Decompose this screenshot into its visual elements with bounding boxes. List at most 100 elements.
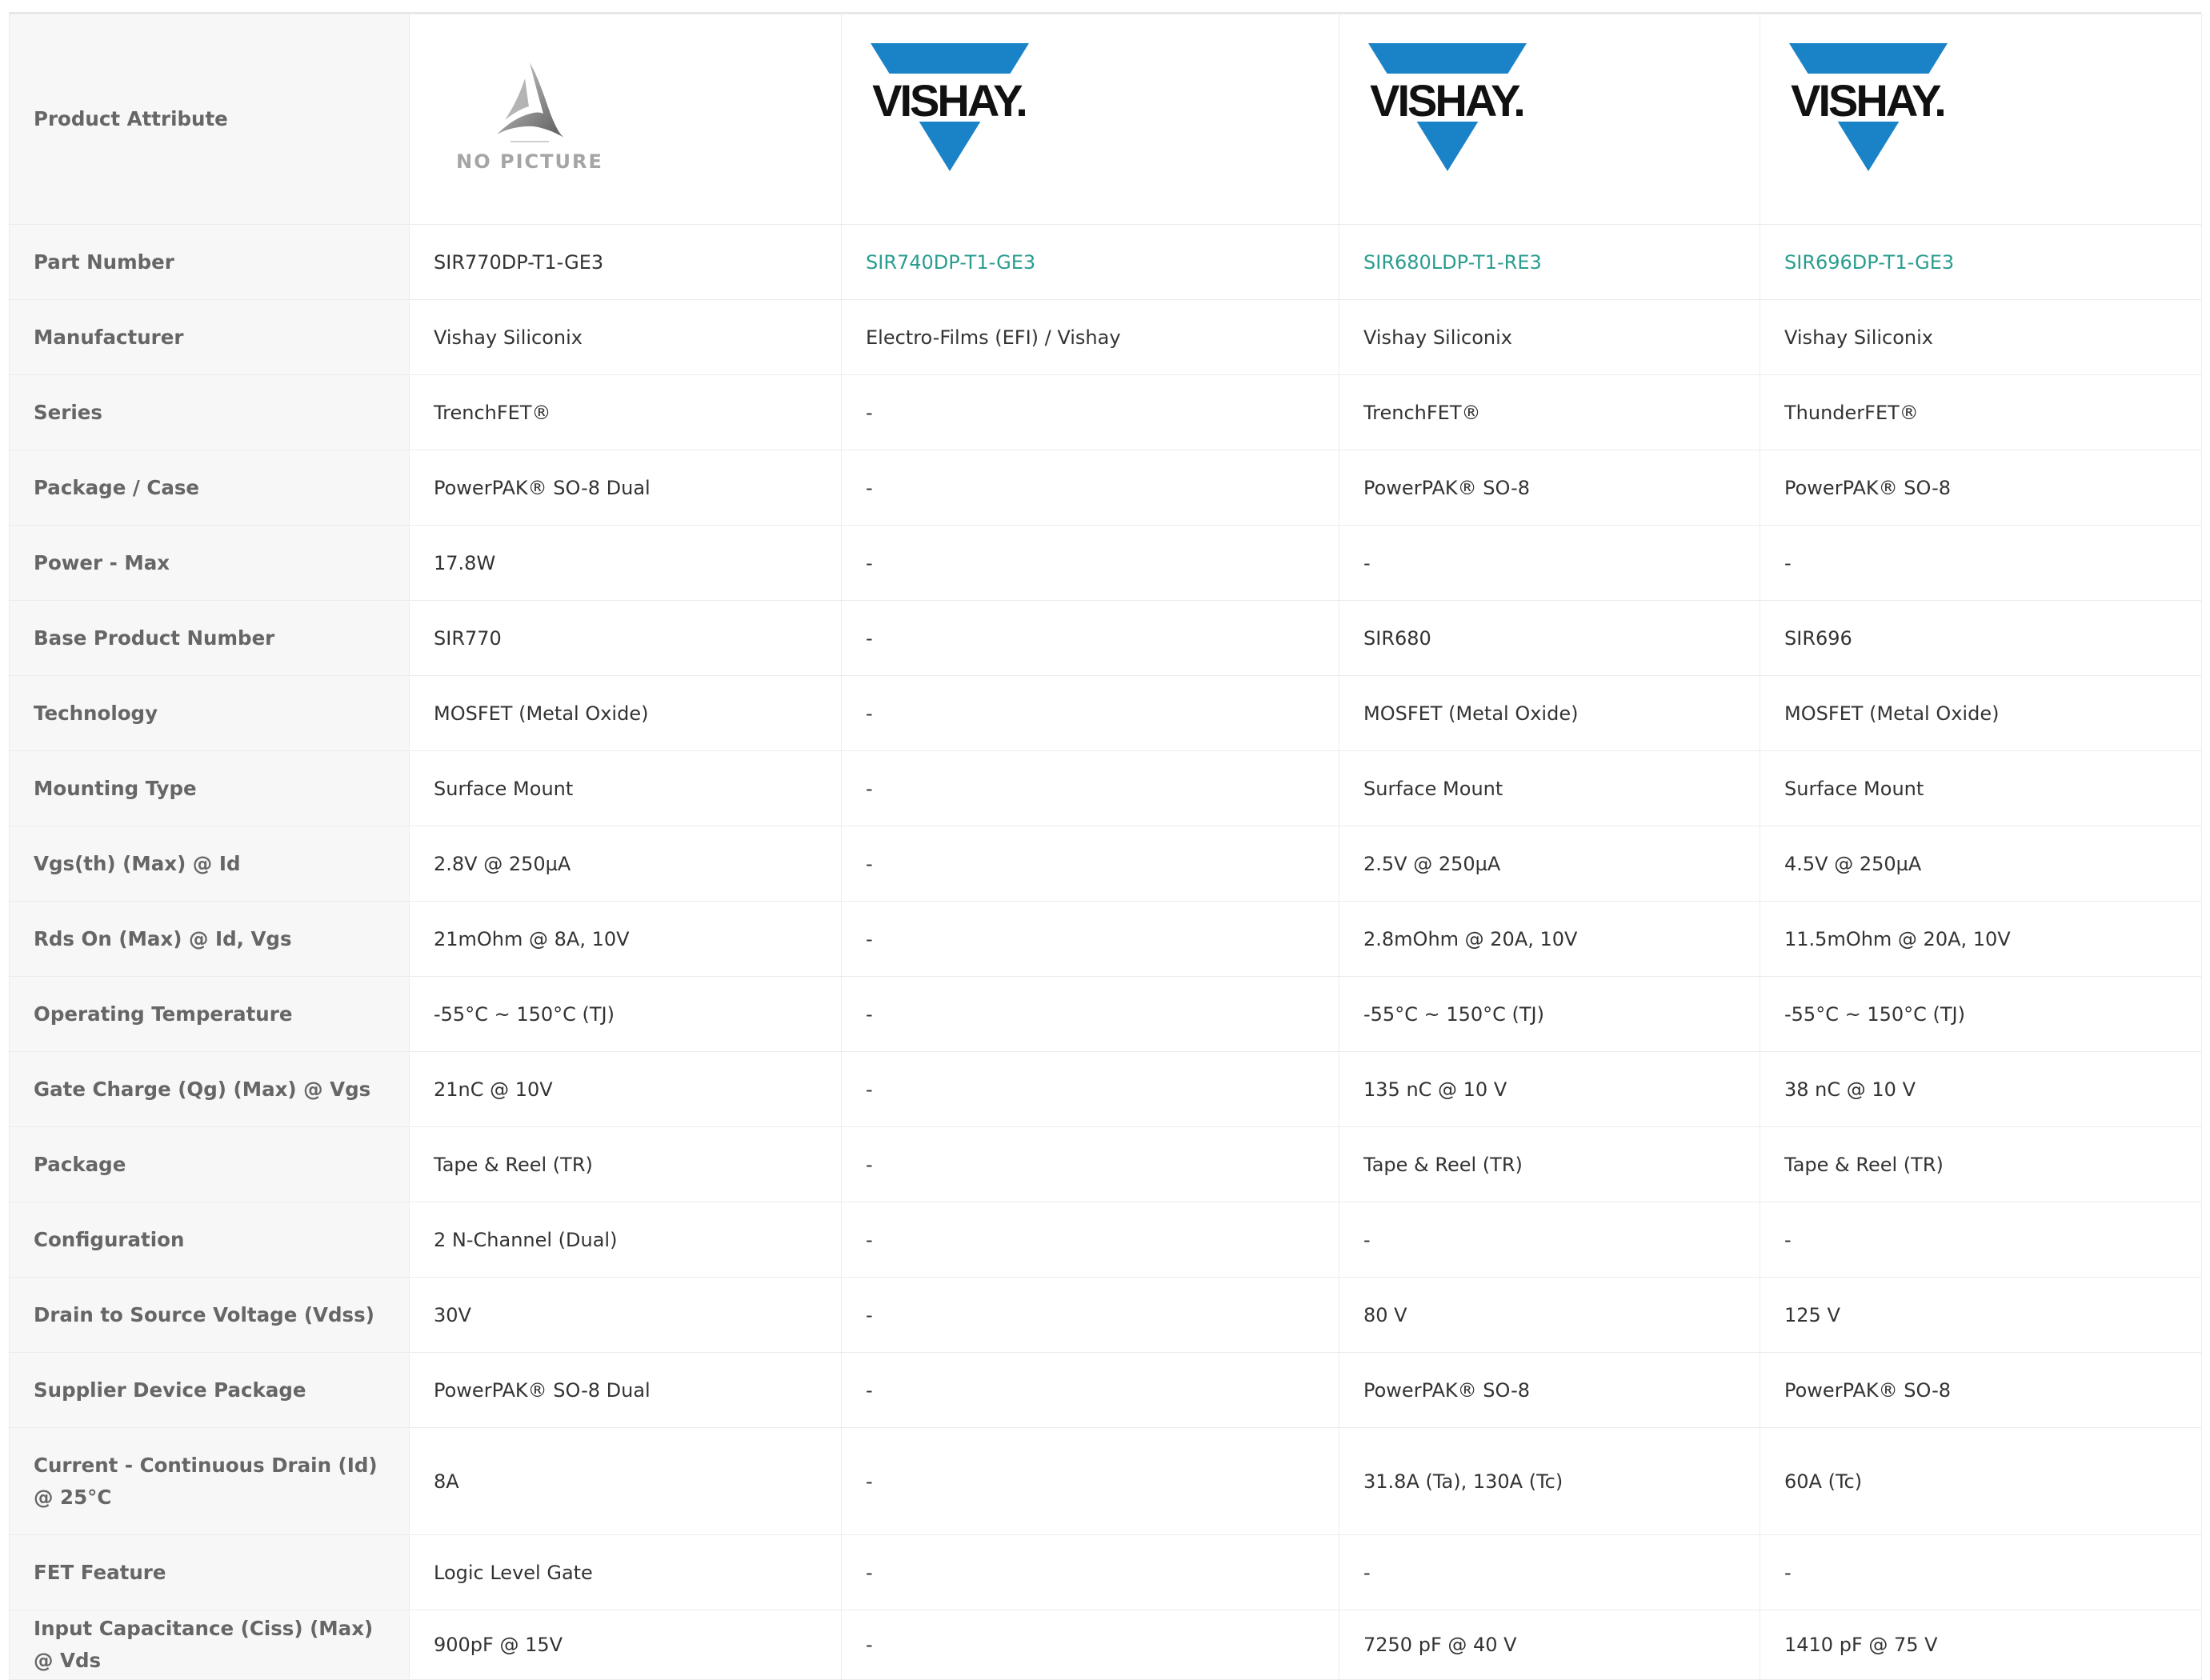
vishay-logo: VISHAY.: [1363, 43, 1531, 171]
no-picture-divider: [510, 141, 549, 142]
part-number-link[interactable]: SIR740DP-T1-GE3: [866, 251, 1035, 274]
table-cell: -: [841, 1277, 1339, 1353]
attribute-label-package-case: Package / Case: [9, 450, 410, 526]
table-cell: 125 V: [1760, 1277, 2202, 1353]
table-cell: Vishay Siliconix: [409, 299, 842, 375]
no-picture-label: NO PICTURE: [456, 150, 603, 173]
table-cell: -: [841, 675, 1339, 751]
table-cell: -: [841, 1051, 1339, 1127]
table-cell: 21mOhm @ 8A, 10V: [409, 901, 842, 977]
table-cell: ThunderFET®: [1760, 374, 2202, 450]
part-number-link[interactable]: SIR680LDP-T1-RE3: [1363, 251, 1542, 274]
attribute-label-vgs-th-max-id: Vgs(th) (Max) @ Id: [9, 826, 410, 902]
table-row: Vgs(th) (Max) @ Id 2.8V @ 250µA -2.5V @ 25…: [9, 826, 2202, 902]
table-cell: 11.5mOhm @ 20A, 10V: [1760, 901, 2202, 977]
table-cell: 30V: [409, 1277, 842, 1353]
table-cell: 60A (Tc): [1760, 1427, 2202, 1535]
table-cell: Tape & Reel (TR): [1339, 1126, 1760, 1202]
table-cell: PowerPAK® SO-8: [1339, 450, 1760, 526]
table-cell: -: [841, 1352, 1339, 1428]
table-cell: 17.8W: [409, 525, 842, 601]
table-cell: 7250 pF @ 40 V: [1339, 1610, 1760, 1680]
table-cell: 31.8A (Ta), 130A (Tc): [1339, 1427, 1760, 1535]
attribute-label-package: Package: [9, 1126, 410, 1202]
table-cell: 38 nC @ 10 V: [1760, 1051, 2202, 1127]
product-image-cell: VISHAY.: [1760, 14, 2202, 225]
table-row: Mounting Type Surface Mount - Surface Mount…: [9, 750, 2202, 826]
table-cell: -: [841, 976, 1339, 1052]
vishay-logo: VISHAY.: [866, 43, 1034, 171]
product-image-cell: NO PICTURE: [409, 14, 842, 225]
table-row: Supplier Device Package PowerPAK® SO-8 Du…: [9, 1352, 2202, 1428]
table-row: Manufacturer Vishay Siliconix Electro-Film…: [9, 299, 2202, 375]
attribute-label-technology: Technology: [9, 675, 410, 751]
table-cell: -: [841, 1610, 1339, 1680]
attribute-label-gate-charge-qg-max-vgs: Gate Charge (Qg) (Max) @ Vgs: [9, 1051, 410, 1127]
no-picture-placeholder: NO PICTURE: [450, 61, 610, 178]
attribute-label-manufacturer: Manufacturer: [9, 299, 410, 375]
attribute-label-current-continuous-drain-id-25-c: Current - Continuous Drain (Id) @ 25°C: [9, 1427, 410, 1535]
table-row: Rds On (Max) @ Id, Vgs 21mOhm @ 8A, 10V -2…: [9, 901, 2202, 977]
table-row: Technology MOSFET (Metal Oxide) - MOSFET (M…: [9, 675, 2202, 751]
table-cell: 135 nC @ 10 V: [1339, 1051, 1760, 1127]
table-cell: -55°C ~ 150°C (TJ): [1339, 976, 1760, 1052]
table-row: Package Tape & Reel (TR) - Tape & Reel (TR)…: [9, 1126, 2202, 1202]
comparison-table-body: Product Attribute NO PICTURE VISHAY. VIS…: [9, 14, 2202, 1680]
part-number-cell: SIR740DP-T1-GE3: [841, 224, 1339, 300]
table-cell: PowerPAK® SO-8 Dual: [409, 450, 842, 526]
product-image-cell: VISHAY.: [1339, 14, 1760, 225]
table-cell: Electro-Films (EFI) / Vishay: [841, 299, 1339, 375]
attribute-label-input-capacitance-ciss-max-vds: Input Capacitance (Ciss) (Max) @ Vds: [9, 1610, 410, 1680]
attribute-label-mounting-type: Mounting Type: [9, 750, 410, 826]
vishay-logo-text: VISHAY.: [872, 75, 1026, 126]
table-row: Input Capacitance (Ciss) (Max) @ Vds 900p…: [9, 1610, 2202, 1680]
table-cell: 2 N-Channel (Dual): [409, 1202, 842, 1278]
part-number-cell: SIR680LDP-T1-RE3: [1339, 224, 1760, 300]
table-cell: PowerPAK® SO-8: [1760, 1352, 2202, 1428]
comparison-table-container: Product Attribute NO PICTURE VISHAY. VIS…: [9, 12, 2202, 1680]
attribute-label-series: Series: [9, 374, 410, 450]
table-cell: -: [841, 450, 1339, 526]
product-comparison-table: Product Attribute NO PICTURE VISHAY. VIS…: [9, 14, 2202, 1680]
attribute-label-supplier-device-package: Supplier Device Package: [9, 1352, 410, 1428]
table-cell: TrenchFET®: [1339, 374, 1760, 450]
table-cell: -: [841, 600, 1339, 676]
table-cell: -: [841, 374, 1339, 450]
table-cell: Tape & Reel (TR): [1760, 1126, 2202, 1202]
table-cell: SIR770: [409, 600, 842, 676]
table-cell: -: [841, 525, 1339, 601]
table-cell: 8A: [409, 1427, 842, 1535]
table-cell: -55°C ~ 150°C (TJ): [409, 976, 842, 1052]
part-number-link[interactable]: SIR696DP-T1-GE3: [1784, 251, 1954, 274]
table-row: Current - Continuous Drain (Id) @ 25°C 8A…: [9, 1427, 2202, 1535]
table-cell: -: [1760, 525, 2202, 601]
table-cell: -: [841, 1427, 1339, 1535]
table-cell: -: [841, 826, 1339, 902]
table-row: Gate Charge (Qg) (Max) @ Vgs 21nC @ 10V -1…: [9, 1051, 2202, 1127]
table-cell: PowerPAK® SO-8: [1339, 1352, 1760, 1428]
table-row: Power - Max 17.8W - - -: [9, 525, 2202, 601]
attribute-label-configuration: Configuration: [9, 1202, 410, 1278]
table-cell: -: [1339, 525, 1760, 601]
table-cell: 80 V: [1339, 1277, 1760, 1353]
table-cell: -: [841, 1126, 1339, 1202]
table-cell: -: [1339, 1202, 1760, 1278]
table-row: Package / Case PowerPAK® SO-8 Dual - PowerP…: [9, 450, 2202, 526]
vishay-logo-text: VISHAY.: [1791, 75, 1944, 126]
table-cell: 4.5V @ 250µA: [1760, 826, 2202, 902]
part-number-cell: SIR696DP-T1-GE3: [1760, 224, 2202, 300]
table-cell: 900pF @ 15V: [409, 1610, 842, 1680]
table-cell: Surface Mount: [1339, 750, 1760, 826]
table-cell: -: [841, 901, 1339, 977]
vishay-logo: VISHAY.: [1784, 43, 1952, 171]
table-cell: Surface Mount: [409, 750, 842, 826]
table-cell: Surface Mount: [1760, 750, 2202, 826]
table-cell: Vishay Siliconix: [1339, 299, 1760, 375]
table-cell: MOSFET (Metal Oxide): [1760, 675, 2202, 751]
attribute-label-power-max: Power - Max: [9, 525, 410, 601]
table-cell: SIR770DP-T1-GE3: [409, 224, 842, 300]
table-row: Base Product Number SIR770- SIR680 SIR696: [9, 600, 2202, 676]
attribute-label-base-product-number: Base Product Number: [9, 600, 410, 676]
table-cell: 1410 pF @ 75 V: [1760, 1610, 2202, 1680]
table-cell: TrenchFET®: [409, 374, 842, 450]
